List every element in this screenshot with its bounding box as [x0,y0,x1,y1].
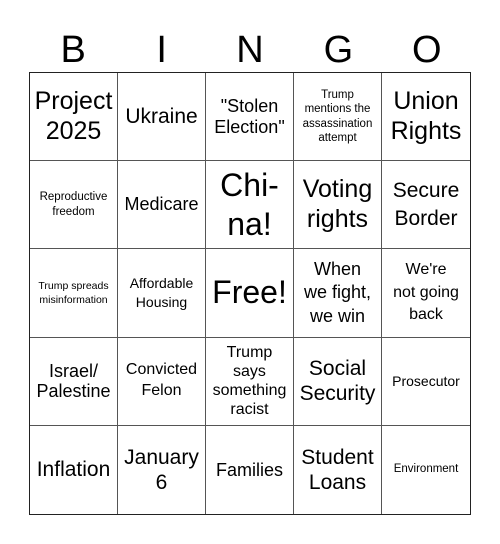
cell-text: Inflation [36,458,111,482]
bingo-cell[interactable]: Chi- na! [206,161,294,250]
cell-text: Families [215,459,283,480]
cell-text: Secure Border [392,179,460,230]
cell-text: Chi- na! [220,167,279,242]
cell-text: Affordable Housing [129,275,194,310]
bingo-cell[interactable]: Union Rights [382,73,470,162]
bingo-cell[interactable]: Medicare [118,161,206,250]
bingo-cell[interactable]: "Stolen Election" [206,73,294,162]
cell-text: Union Rights [390,87,462,145]
bingo-cell[interactable]: Affordable Housing [118,249,206,338]
bingo-cell[interactable]: Trump says something racist [206,337,294,426]
cell-text: January 6 [124,445,199,494]
free-space-cell[interactable]: Free! [206,249,294,338]
bingo-cell[interactable]: Reproductive freedom [30,161,118,250]
bingo-cell[interactable]: Trump mentions the assassination attempt [294,73,382,162]
cell-text: Environment [393,463,459,476]
cell-text: Free! [212,274,287,311]
bingo-grid: Project 2025 Ukraine "Stolen Election" T… [29,72,471,515]
bingo-cell[interactable]: January 6 [118,425,206,514]
bingo-cell[interactable]: Social Security [294,337,382,426]
bingo-cell[interactable]: Environment [382,426,470,514]
bingo-cell[interactable]: Student Loans [294,425,382,514]
cell-text: Trump mentions the assassination attempt [302,88,373,144]
header-letter-b: B [60,29,86,71]
header-letter-i: I [156,29,167,71]
bingo-cell[interactable]: Inflation [30,425,118,514]
cell-text: Israel/ Palestine [36,360,111,402]
bingo-header: B I N G O [29,28,471,72]
bingo-cell[interactable]: Voting rights [294,161,382,250]
cell-text: When we fight, we win [303,258,372,326]
bingo-cell[interactable]: When we fight, we win [294,249,382,338]
bingo-cell[interactable]: Ukraine [118,73,206,162]
cell-text: Medicare [124,194,199,215]
bingo-cell[interactable]: We're not going back [382,249,470,338]
bingo-cell[interactable]: Project 2025 [30,73,118,162]
bingo-cell[interactable]: Convicted Felon [118,337,206,426]
bingo-cell[interactable]: Prosecutor [382,338,470,426]
cell-text: Social Security [299,357,376,406]
cell-text: Convicted Felon [125,361,198,400]
cell-text: Reproductive freedom [39,191,108,218]
cell-text: We're not going back [393,261,459,324]
cell-text: Ukraine [125,105,198,128]
bingo-cell[interactable]: Secure Border [382,161,470,250]
cell-text: Trump spreads misinformation [38,279,109,306]
cell-text: Project 2025 [34,87,113,145]
cell-text: Prosecutor [392,373,460,390]
cell-text: Trump says something racist [212,343,287,419]
bingo-cell[interactable]: Families [206,425,294,514]
cell-text: Voting rights [302,175,373,233]
bingo-cell[interactable]: Israel/ Palestine [30,337,118,426]
cell-text: "Stolen Election" [214,95,285,137]
bingo-cell[interactable]: Trump spreads misinformation [30,249,118,338]
header-letter-g: G [323,29,354,71]
header-letter-o: O [412,29,442,71]
cell-text: Student Loans [301,445,374,494]
header-letter-n: N [236,29,264,71]
